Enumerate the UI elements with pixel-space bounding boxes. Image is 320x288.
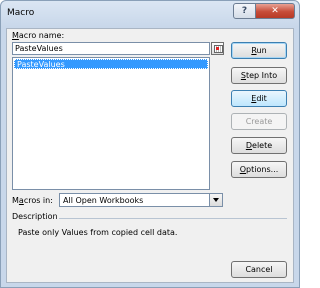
description-label: Description bbox=[12, 212, 58, 221]
run-button[interactable]: Run bbox=[231, 42, 287, 59]
edit-button[interactable]: Edit bbox=[231, 90, 287, 107]
description-text: Paste only Values from copied cell data. bbox=[18, 228, 178, 237]
macros-in-value: All Open Workbooks bbox=[63, 196, 144, 205]
range-select-button[interactable] bbox=[211, 42, 224, 55]
dropdown-button[interactable] bbox=[209, 194, 222, 206]
cancel-button[interactable]: Cancel bbox=[231, 261, 287, 278]
macro-list-item[interactable]: PasteValues bbox=[14, 59, 208, 69]
macro-name-value: PasteValues bbox=[15, 44, 63, 53]
macro-list[interactable]: PasteValues bbox=[12, 57, 210, 190]
macro-name-label: Macro name: bbox=[12, 31, 65, 40]
description-divider bbox=[59, 218, 287, 219]
close-button[interactable]: ✕ bbox=[255, 3, 295, 19]
dialog-body: Macro name: PasteValues PasteValues Run … bbox=[6, 28, 294, 283]
window-title: Macro bbox=[7, 8, 35, 18]
close-icon: ✕ bbox=[271, 6, 279, 16]
macros-in-select[interactable]: All Open Workbooks bbox=[59, 193, 223, 207]
macro-dialog: Macro ? ✕ Macro name: PasteValues PasteV… bbox=[0, 0, 300, 288]
options-button[interactable]: Options... bbox=[231, 161, 287, 178]
step-into-button[interactable]: Step Into bbox=[231, 67, 287, 84]
create-button[interactable]: Create bbox=[231, 113, 287, 130]
help-icon: ? bbox=[241, 6, 248, 16]
title-bar[interactable]: Macro ? ✕ bbox=[1, 1, 299, 29]
macros-in-label: Macros in: bbox=[12, 196, 53, 205]
delete-button[interactable]: Delete bbox=[231, 137, 287, 154]
help-button[interactable]: ? bbox=[233, 3, 256, 19]
chevron-down-icon bbox=[213, 198, 219, 202]
macro-name-input[interactable]: PasteValues bbox=[12, 42, 210, 55]
